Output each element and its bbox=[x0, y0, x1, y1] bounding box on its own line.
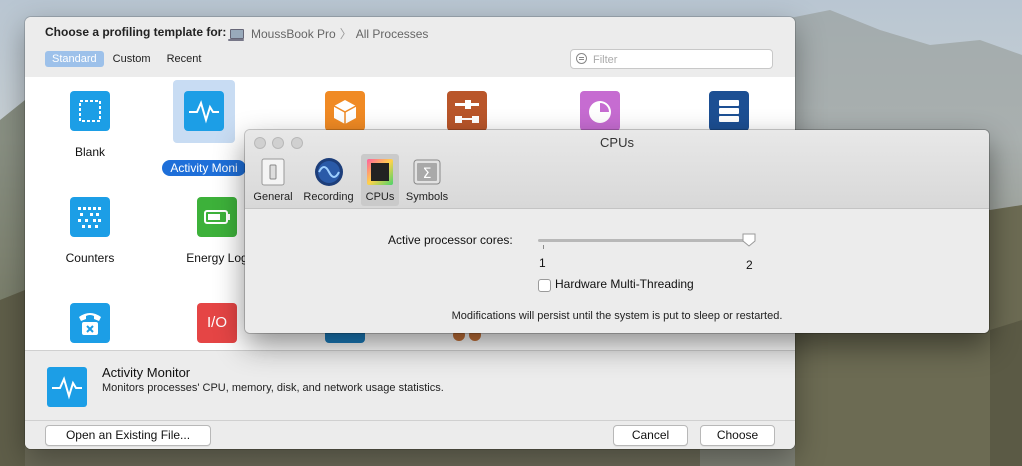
phone-icon bbox=[70, 303, 110, 343]
svg-text:Σ: Σ bbox=[423, 166, 432, 182]
template-label: Blank bbox=[74, 145, 106, 159]
active-cores-slider[interactable] bbox=[538, 239, 753, 242]
template-core-data[interactable] bbox=[412, 77, 522, 131]
template-description: Activity Monitor Monitors processes' CPU… bbox=[25, 350, 795, 421]
chevron-right-icon: 〉 bbox=[339, 27, 352, 41]
template-counters[interactable]: Counters bbox=[35, 183, 145, 265]
active-cores-label: Active processor cores: bbox=[388, 233, 513, 247]
window-title: CPUs bbox=[600, 135, 634, 150]
tab-label: Recording bbox=[303, 191, 354, 203]
filter-input[interactable] bbox=[591, 51, 770, 69]
template-network[interactable] bbox=[35, 289, 145, 343]
template-cocoa-layout[interactable] bbox=[545, 77, 655, 131]
sliders-icon bbox=[447, 91, 487, 131]
general-switch-icon bbox=[258, 157, 288, 187]
template-blank[interactable]: Blank bbox=[35, 77, 145, 159]
battery-icon bbox=[197, 197, 237, 237]
tab-label: CPUs bbox=[365, 191, 395, 203]
target-process[interactable]: All Processes bbox=[356, 27, 429, 41]
scope-tabs: Standard Custom Recent bbox=[45, 51, 208, 67]
tab-general[interactable]: General bbox=[251, 154, 295, 206]
cpus-settings-pane: Active processor cores: 1 2 Hardware Mul… bbox=[245, 209, 989, 333]
choose-button[interactable]: Choose bbox=[700, 425, 775, 446]
chooser-footer: Open an Existing File... Cancel Choose bbox=[25, 420, 795, 449]
database-icon bbox=[709, 91, 749, 131]
selected-label-wrap: Activity Moni bbox=[149, 146, 259, 176]
tab-standard[interactable]: Standard bbox=[45, 51, 104, 67]
counters-icon bbox=[70, 197, 110, 237]
slider-knob[interactable] bbox=[742, 233, 756, 247]
selection-highlight bbox=[173, 80, 235, 143]
filter-icon bbox=[576, 53, 587, 64]
cpu-chip-icon bbox=[365, 157, 395, 187]
slider-tick bbox=[543, 245, 544, 249]
preferences-toolbar: CPUs General Recording CPUs Σ Symbols bbox=[245, 130, 989, 209]
chooser-header: Choose a profiling template for: MoussBo… bbox=[25, 17, 795, 85]
io-icon: I/O bbox=[197, 303, 237, 343]
template-label: Counters bbox=[65, 251, 115, 265]
tab-custom[interactable]: Custom bbox=[106, 51, 158, 67]
pie-gauge-icon bbox=[580, 91, 620, 131]
description-text: Monitors processes' CPU, memory, disk, a… bbox=[102, 382, 444, 394]
heartbeat-icon bbox=[47, 367, 87, 407]
laptop-icon bbox=[228, 28, 244, 41]
tab-recent[interactable]: Recent bbox=[160, 51, 209, 67]
target-device[interactable]: MoussBook Pro bbox=[251, 27, 336, 41]
dashed-square-icon bbox=[70, 91, 110, 131]
cube-icon bbox=[325, 91, 365, 131]
template-label: Activity Moni bbox=[162, 160, 246, 176]
tab-recording[interactable]: Recording bbox=[300, 154, 357, 206]
sigma-icon: Σ bbox=[412, 157, 442, 187]
tab-cpus[interactable]: CPUs bbox=[361, 154, 399, 206]
chooser-title: Choose a profiling template for: bbox=[45, 25, 227, 39]
target-breadcrumb[interactable]: MoussBook Pro 〉 All Processes bbox=[228, 25, 429, 42]
template-allocations[interactable] bbox=[290, 77, 400, 131]
cpus-preferences-window: CPUs General Recording CPUs Σ Symbols Ac… bbox=[245, 130, 989, 333]
description-title: Activity Monitor bbox=[102, 365, 191, 380]
waveform-icon bbox=[314, 157, 344, 187]
tab-label: General bbox=[253, 191, 293, 203]
template-file-activity[interactable] bbox=[674, 77, 784, 131]
hardware-multithreading-checkbox[interactable] bbox=[538, 279, 551, 292]
cancel-button[interactable]: Cancel bbox=[613, 425, 688, 446]
persistence-note: Modifications will persist until the sys… bbox=[451, 310, 783, 322]
heartbeat-icon bbox=[184, 91, 224, 131]
template-activity-monitor[interactable]: Activity Moni bbox=[149, 77, 259, 176]
hardware-multithreading-label[interactable]: Hardware Multi-Threading bbox=[555, 277, 694, 291]
filter-field[interactable] bbox=[570, 49, 773, 69]
open-existing-file-button[interactable]: Open an Existing File... bbox=[45, 425, 211, 446]
slider-max-label: 2 bbox=[746, 258, 753, 272]
slider-min-label: 1 bbox=[539, 256, 546, 270]
tab-symbols[interactable]: Σ Symbols bbox=[403, 154, 451, 206]
tab-label: Symbols bbox=[405, 191, 449, 203]
